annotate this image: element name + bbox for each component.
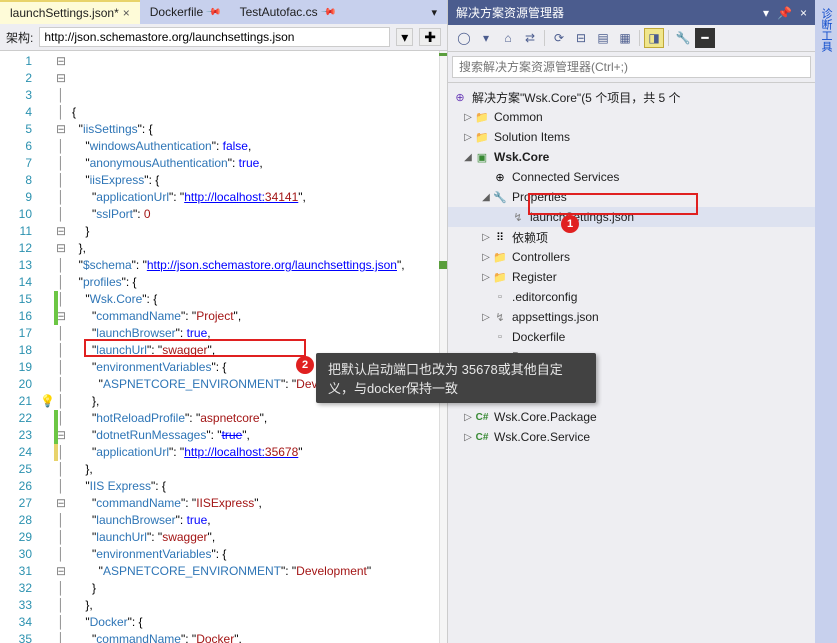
toolbar: ◯ ▾ ⌂ ⇄ ⟳ ⊟ ▤ ▦ ◨ 🔧 ━ xyxy=(448,25,815,52)
tree-file-editorconfig[interactable]: ▫.editorconfig xyxy=(448,287,815,307)
schema-label: 架构: xyxy=(6,29,33,46)
wrench-button[interactable]: 🔧 xyxy=(673,28,693,48)
tree-file-appsettings[interactable]: ▷↯appsettings.json xyxy=(448,307,815,327)
pin-icon[interactable]: 📌 xyxy=(777,6,792,20)
csproj-icon: C# xyxy=(474,409,490,425)
pin-icon[interactable]: 📌 xyxy=(320,4,337,21)
folder-icon: 📁 xyxy=(474,109,490,125)
service-icon: ⊕ xyxy=(492,169,508,185)
tab-testautofac[interactable]: TestAutofac.cs📌 xyxy=(230,0,345,24)
tab-bar: launchSettings.json*× Dockerfile📌 TestAu… xyxy=(0,0,447,24)
chevron-down-icon[interactable]: ◢ xyxy=(462,152,474,163)
folder-icon: 📁 xyxy=(474,129,490,145)
search-input[interactable] xyxy=(452,56,811,78)
line-numbers: 1234567891011121314151617181920212223242… xyxy=(0,51,40,643)
tree-folder-common[interactable]: ▷📁Common xyxy=(448,107,815,127)
collapse-button[interactable]: ⊟ xyxy=(571,28,591,48)
tree-project-service[interactable]: ▷C#Wsk.Core.Service xyxy=(448,427,815,447)
annotation-box-2 xyxy=(84,339,306,357)
schema-input[interactable] xyxy=(39,27,390,47)
tree-folder-solitems[interactable]: ▷📁Solution Items xyxy=(448,127,815,147)
tree-folder-controllers[interactable]: ▷📁Controllers xyxy=(448,247,815,267)
close-icon[interactable]: × xyxy=(800,6,807,20)
chevron-right-icon[interactable]: ▷ xyxy=(462,412,474,423)
annotation-badge-1: 1 xyxy=(561,215,579,233)
csproj-icon: C# xyxy=(474,429,490,445)
show-all-button[interactable]: ▤ xyxy=(593,28,613,48)
chevron-right-icon[interactable]: ▷ xyxy=(480,232,492,243)
view-button[interactable]: ◨ xyxy=(644,28,664,48)
settings-button[interactable]: ━ xyxy=(695,28,715,48)
deps-icon: ⠿ xyxy=(492,229,508,245)
home-button[interactable]: ⌂ xyxy=(498,28,518,48)
forward-button[interactable]: ▾ xyxy=(476,28,496,48)
schema-plus[interactable]: ✚ xyxy=(419,28,441,46)
wrench-icon: 🔧 xyxy=(492,189,508,205)
json-icon: ↯ xyxy=(492,309,508,325)
chevron-right-icon[interactable]: ▷ xyxy=(480,252,492,263)
annotation-badge-2: 2 xyxy=(296,356,314,374)
fold-column: ⊟⊟││⊟│││││⊟⊟│││⊟││││││⊟│││⊟│││⊟│││││││ xyxy=(54,51,68,643)
annotation-tooltip: 把默认启动端口也改为 35678或其他自定义，与docker保持一致 xyxy=(316,353,596,403)
panel-title: 解决方案资源管理器 xyxy=(456,4,564,21)
tree-connected-services[interactable]: ⊕Connected Services xyxy=(448,167,815,187)
tree-folder-register[interactable]: ▷📁Register xyxy=(448,267,815,287)
schema-dropdown[interactable]: ▾ xyxy=(396,28,413,46)
sync-button[interactable]: ⇄ xyxy=(520,28,540,48)
back-button[interactable]: ◯ xyxy=(454,28,474,48)
right-sidebar[interactable]: 诊断工具 xyxy=(815,0,837,643)
folder-icon: 📁 xyxy=(492,269,508,285)
tree-project-package[interactable]: ▷C#Wsk.Core.Package xyxy=(448,407,815,427)
chevron-right-icon[interactable]: ▷ xyxy=(462,132,474,143)
solution-node[interactable]: ⊕解决方案"Wsk.Core"(5 个项目，共 5 个 xyxy=(448,87,815,107)
chevron-right-icon[interactable]: ▷ xyxy=(480,312,492,323)
tree-dependencies[interactable]: ▷⠿依赖项 xyxy=(448,227,815,247)
annotation-box-1 xyxy=(528,193,698,215)
close-icon[interactable]: × xyxy=(123,6,130,20)
pin-icon[interactable]: 📌 xyxy=(205,4,222,21)
chevron-down-icon[interactable]: ◢ xyxy=(480,192,492,203)
chevron-right-icon[interactable]: ▷ xyxy=(480,272,492,283)
folder-icon: 📁 xyxy=(492,249,508,265)
tab-overflow[interactable]: ▾ xyxy=(421,0,447,24)
props-button[interactable]: ▦ xyxy=(615,28,635,48)
marker-column: 💡 xyxy=(40,51,54,643)
solution-icon: ⊕ xyxy=(452,89,468,105)
csproj-icon: ▣ xyxy=(474,149,490,165)
refresh-button[interactable]: ⟳ xyxy=(549,28,569,48)
chevron-right-icon[interactable]: ▷ xyxy=(462,112,474,123)
tree-file-dockerfile[interactable]: ▫Dockerfile xyxy=(448,327,815,347)
chevron-right-icon[interactable]: ▷ xyxy=(462,432,474,443)
panel-header: 解决方案资源管理器 ▾ 📌 × xyxy=(448,0,815,25)
tab-dockerfile[interactable]: Dockerfile📌 xyxy=(140,0,230,24)
file-icon: ▫ xyxy=(492,289,508,305)
tree-project-wskcore[interactable]: ◢▣Wsk.Core xyxy=(448,147,815,167)
file-icon: ▫ xyxy=(492,329,508,345)
tab-launchsettings[interactable]: launchSettings.json*× xyxy=(0,0,140,24)
json-icon: ↯ xyxy=(510,209,526,225)
dropdown-icon[interactable]: ▾ xyxy=(763,6,769,20)
